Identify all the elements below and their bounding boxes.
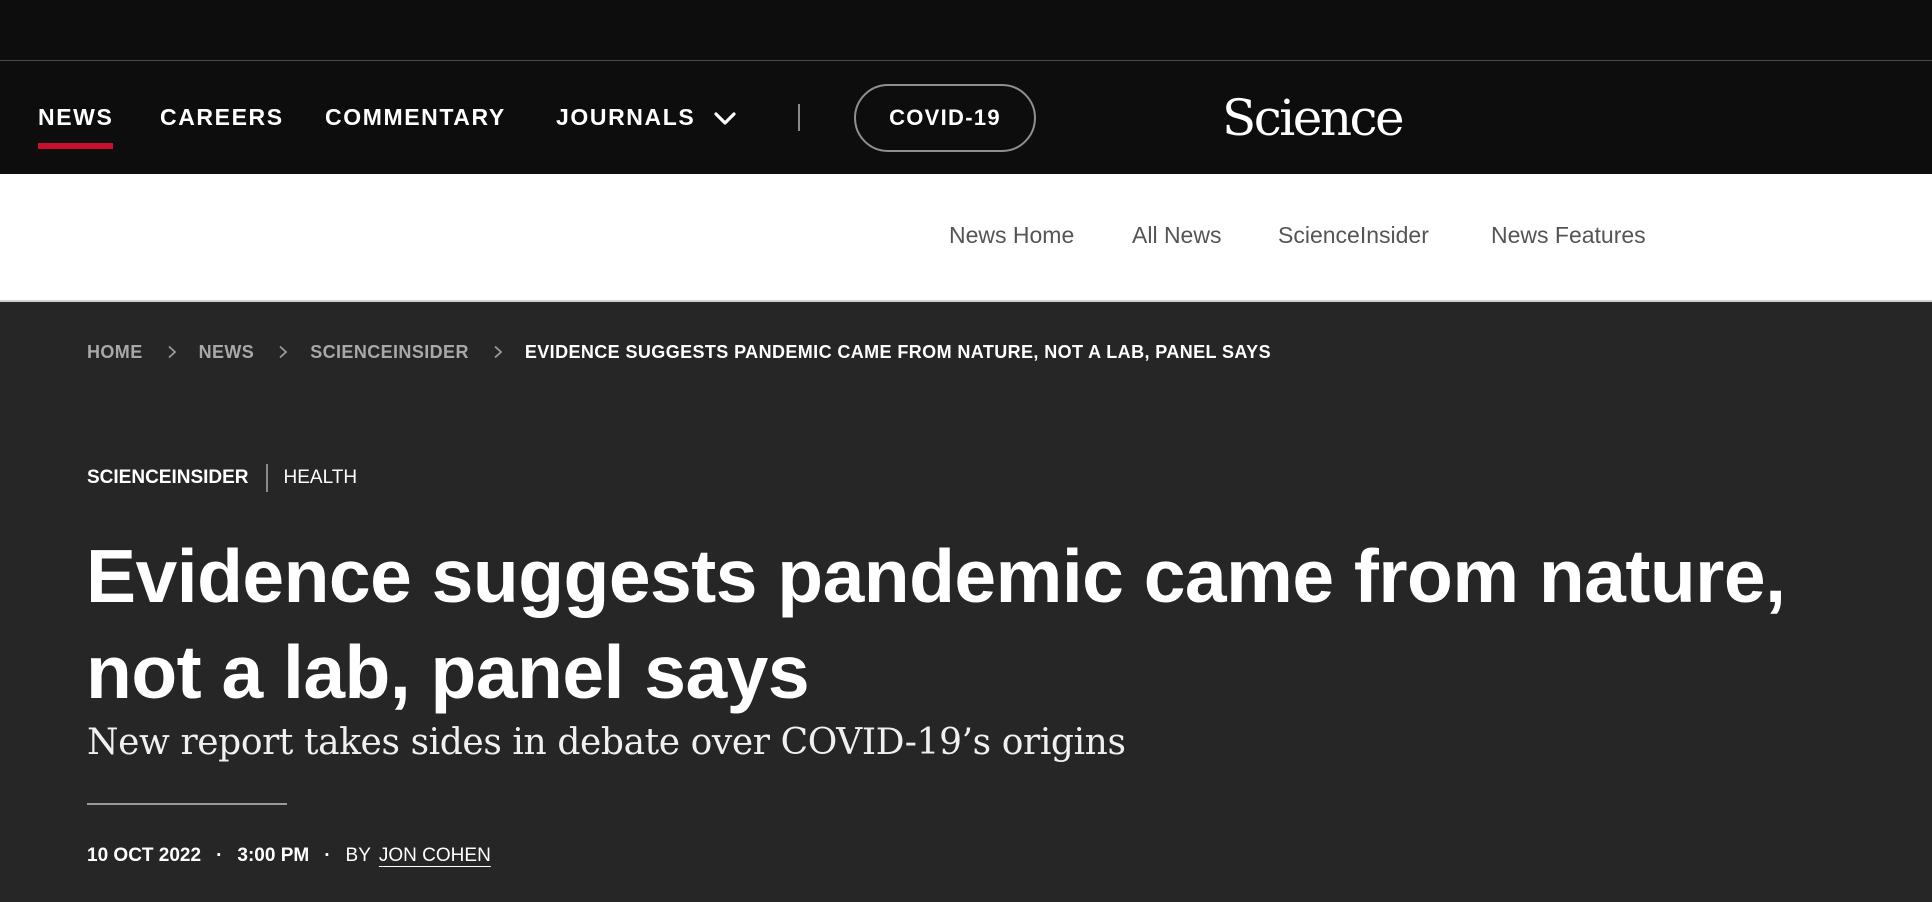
nav-journals[interactable]: JOURNALS [556,61,737,174]
subnav-news-features[interactable]: News Features [1491,222,1646,249]
news-sub-navigation: News Home All News ScienceInsider News F… [0,174,1932,302]
kicker-divider [265,464,268,492]
main-navigation: NEWS CAREERS COMMENTARY JOURNALS COVID-1… [0,61,1932,174]
nav-journals-label: JOURNALS [556,104,696,130]
publish-time: 3:00 PM [237,845,310,866]
topic-label[interactable]: HEALTH [284,467,358,489]
section-label[interactable]: SCIENCEINSIDER [87,467,249,489]
subnav-all-news[interactable]: All News [1132,222,1221,249]
breadcrumb-scienceinsider[interactable]: SCIENCEINSIDER [310,342,469,363]
subnav-scienceinsider[interactable]: ScienceInsider [1278,222,1429,249]
subnav-news-home[interactable]: News Home [949,222,1074,249]
nav-divider [798,104,800,131]
nav-careers-label: CAREERS [160,104,284,130]
nav-news[interactable]: NEWS [38,61,114,174]
meta-separator: · [324,845,331,866]
article-headline: Evidence suggests pandemic came from nat… [86,534,1786,714]
article-kicker: SCIENCEINSIDER HEALTH [87,464,358,492]
nav-news-label: NEWS [38,104,114,130]
meta-separator: · [216,845,223,866]
top-utility-bar [0,0,1932,61]
article-meta: 10 OCT 2022 · 3:00 PM · BY JON COHEN [87,843,491,869]
chevron-right-icon [494,345,503,359]
covid-19-button[interactable]: COVID-19 [854,84,1036,152]
article-dek: New report takes sides in debate over CO… [87,722,1126,763]
breadcrumb-news[interactable]: NEWS [199,342,255,363]
breadcrumb: HOME NEWS SCIENCEINSIDER EVIDENCE SUGGES… [87,340,1271,364]
science-logo[interactable]: Science [1222,89,1405,147]
breadcrumb-home[interactable]: HOME [87,342,143,363]
breadcrumb-current-page: EVIDENCE SUGGESTS PANDEMIC CAME FROM NAT… [524,341,1271,362]
chevron-right-icon [168,345,176,359]
publish-date: 10 OCT 2022 [87,845,202,866]
author-link[interactable]: JON COHEN [379,845,491,867]
dek-rule [87,803,287,805]
nav-commentary-label: COMMENTARY [325,104,506,130]
chevron-down-icon[interactable] [713,106,737,130]
chevron-right-icon [279,345,288,359]
nav-commentary[interactable]: COMMENTARY [325,61,506,174]
byline-prefix: BY [345,845,371,866]
nav-careers[interactable]: CAREERS [160,61,284,174]
